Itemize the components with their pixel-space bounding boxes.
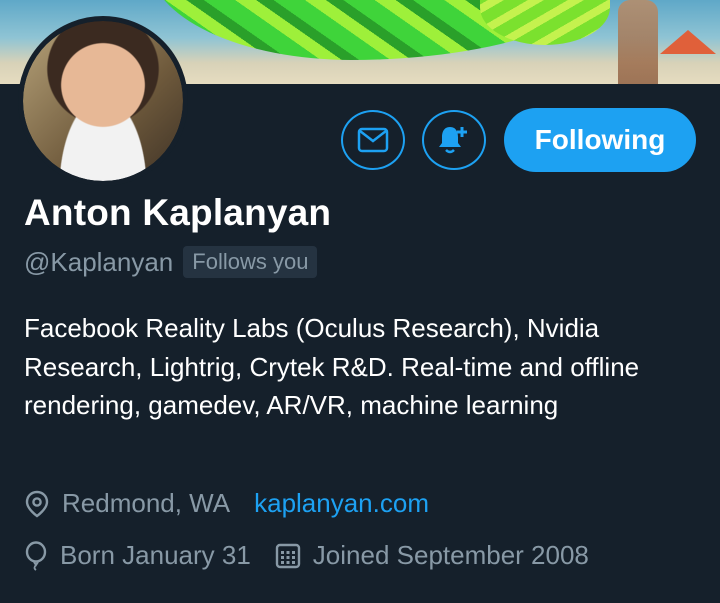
avatar[interactable] [18, 16, 188, 186]
avatar-photo [23, 21, 183, 181]
location-item: Redmond, WA [24, 488, 230, 519]
joined-text: Joined September 2008 [312, 540, 589, 570]
website-link[interactable]: kaplanyan.com [254, 488, 429, 519]
banner-person-shape [618, 0, 658, 84]
balloon-icon [24, 540, 60, 571]
birthday-item: Born January 31 [24, 540, 251, 571]
profile-handle: @Kaplanyan [24, 246, 174, 277]
location-text: Redmond, WA [62, 488, 231, 518]
mail-icon [357, 127, 389, 153]
bell-plus-icon [436, 123, 472, 157]
birthday-text: Born January 31 [60, 540, 251, 570]
calendar-icon [275, 543, 313, 569]
message-button[interactable] [341, 110, 405, 170]
profile-bio: Facebook Reality Labs (Oculus Research),… [24, 313, 640, 420]
banner-tent-shape [660, 30, 716, 54]
location-pin-icon [24, 490, 62, 518]
notifications-button[interactable] [422, 110, 486, 170]
profile-name: Anton Kaplanyan [24, 192, 332, 233]
meta-row-location: Redmond, WA kaplanyan.com [24, 488, 429, 519]
meta-row-dates: Born January 31 Joined September 2008 [24, 540, 613, 571]
follows-you-badge: Follows you [183, 246, 318, 278]
joined-item: Joined September 2008 [275, 540, 589, 571]
handle-row: @Kaplanyan Follows you [24, 246, 318, 278]
following-button[interactable]: Following [504, 108, 696, 172]
